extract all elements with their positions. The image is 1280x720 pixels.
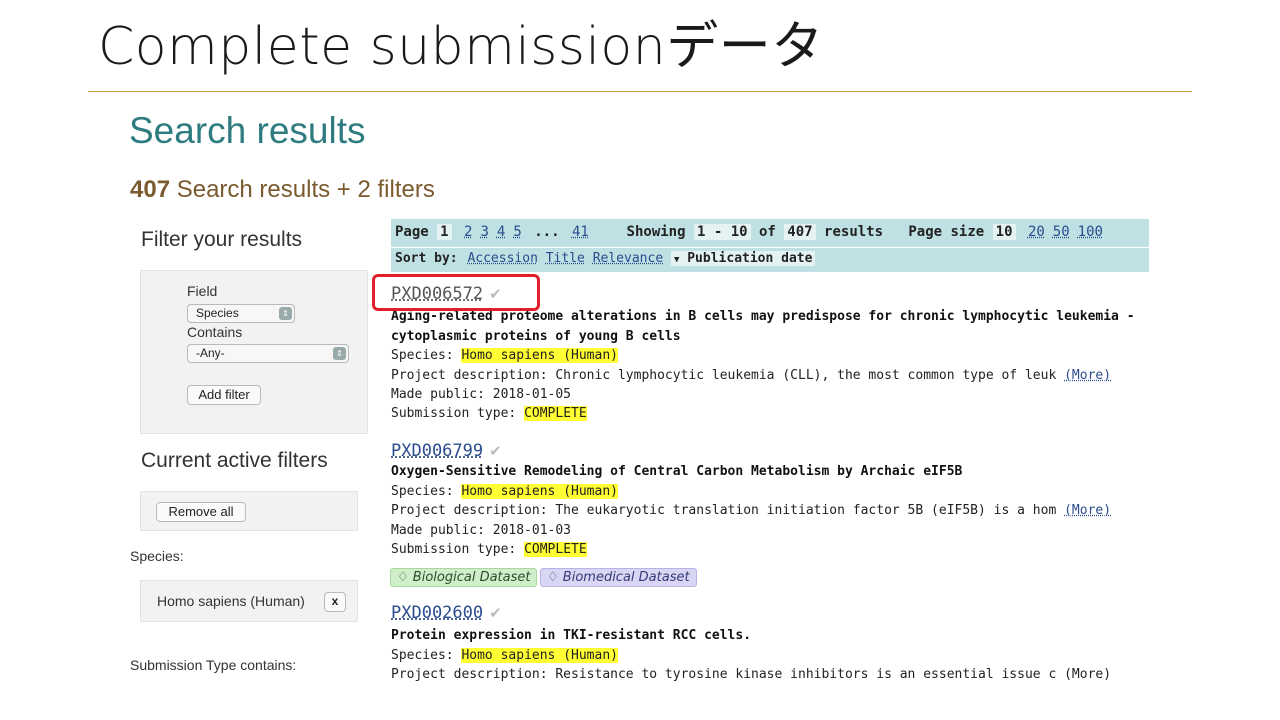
slide-title: Complete submissionデータ: [98, 17, 824, 77]
result-submission-type: Submission type: COMPLETE: [391, 406, 587, 421]
page-link[interactable]: 3: [480, 224, 488, 240]
result-title: cytoplasmic proteins of young B cells: [391, 329, 681, 344]
result-item: PXD002600 ✔: [391, 603, 502, 623]
result-item: PXD006799 ✔: [391, 441, 502, 461]
result-submission-type: Submission type: COMPLETE: [391, 542, 587, 557]
field-select-value: Species: [196, 306, 239, 320]
current-page: 1: [437, 224, 452, 240]
sort-active-label: Publication date: [687, 251, 813, 266]
result-title: Protein expression in TKI-resistant RCC …: [391, 628, 752, 643]
sort-active[interactable]: ▼ Publication date: [670, 251, 816, 266]
description-text: Project description: Resistance to tyros…: [391, 667, 1057, 682]
page-link[interactable]: 5: [513, 224, 521, 240]
add-filter-button[interactable]: Add filter: [187, 385, 261, 405]
description-text: Project description: The eukaryotic tran…: [391, 503, 1057, 518]
remove-species-filter-button[interactable]: x: [324, 592, 346, 612]
active-filters-heading: Current active filters: [141, 449, 328, 472]
total-results: 407: [784, 224, 816, 240]
result-count-number: 407: [130, 176, 171, 203]
page-label: Page: [395, 224, 429, 240]
sort-arrow-icon: ▼: [673, 255, 680, 265]
callout-highlight-box: [372, 274, 540, 311]
select-arrows-icon: ⇕: [279, 307, 292, 320]
page-link[interactable]: 4: [497, 224, 505, 240]
result-species: Species: Homo sapiens (Human): [391, 648, 618, 663]
species-filter-panel: Homo sapiens (Human) x: [140, 580, 358, 622]
sort-label: Sort by:: [395, 251, 458, 266]
current-page-size: 10: [992, 224, 1016, 240]
page-title: Search results: [129, 110, 366, 151]
species-value: Homo sapiens (Human): [461, 348, 618, 363]
result-accession-link[interactable]: PXD006799: [391, 441, 483, 461]
result-title: Aging-related proteome alterations in B …: [391, 309, 1135, 324]
page-link[interactable]: 2: [464, 224, 472, 240]
sort-title-link[interactable]: Title: [546, 251, 585, 266]
species-filter-value: Homo sapiens (Human): [157, 593, 305, 609]
contains-select[interactable]: -Any- ⇕: [187, 344, 349, 363]
more-link[interactable]: (More): [1064, 667, 1111, 682]
more-link[interactable]: (More): [1064, 368, 1111, 383]
result-description: Project description: Resistance to tyros…: [391, 667, 1111, 682]
remove-all-button[interactable]: Remove all: [156, 502, 246, 522]
remove-all-panel: Remove all: [140, 491, 358, 531]
pagination-bar: Page 1 2345 ... 41 Showing 1 - 10 of 407…: [391, 219, 1149, 247]
more-link[interactable]: (More): [1064, 503, 1111, 518]
of-label: of: [759, 224, 776, 240]
submission-label: Submission type:: [391, 542, 525, 557]
species-label: Species:: [391, 484, 462, 499]
result-made-public: Made public: 2018-01-05: [391, 387, 572, 402]
result-count: 407 Search results + 2 filters: [130, 176, 435, 204]
contains-label: Contains: [187, 324, 243, 340]
submission-value: COMPLETE: [524, 542, 587, 557]
result-accession-link[interactable]: PXD002600: [391, 603, 483, 623]
tag-label: Biological Dataset: [412, 570, 531, 585]
page-size-link[interactable]: 100: [1078, 224, 1103, 240]
result-count-suffix: Search results + 2 filters: [170, 176, 435, 203]
tag-label: Biomedical Dataset: [562, 570, 690, 585]
sort-bar: Sort by: Accession Title Relevance ▼ Pub…: [391, 248, 1149, 272]
check-icon: ✔: [489, 443, 502, 460]
species-label: Species:: [391, 648, 462, 663]
contains-select-value: -Any-: [196, 346, 225, 360]
tag-biological-dataset[interactable]: ♢ Biological Dataset: [390, 568, 538, 587]
title-divider: [88, 91, 1192, 92]
result-species: Species: Homo sapiens (Human): [391, 348, 618, 363]
page-link-last[interactable]: 41: [572, 224, 589, 240]
tag-icon: ♢: [547, 570, 559, 585]
description-text: Project description: Chronic lymphocytic…: [391, 368, 1057, 383]
page-size-link[interactable]: 50: [1053, 224, 1070, 240]
sort-accession-link[interactable]: Accession: [467, 251, 537, 266]
field-select[interactable]: Species ⇕: [187, 304, 295, 323]
filter-heading: Filter your results: [141, 228, 303, 251]
check-icon: ✔: [489, 605, 502, 622]
species-value: Homo sapiens (Human): [461, 648, 618, 663]
results-label: results: [824, 224, 884, 240]
result-description: Project description: The eukaryotic tran…: [391, 503, 1111, 518]
tag-biomedical-dataset[interactable]: ♢ Biomedical Dataset: [540, 568, 697, 587]
submission-type-filter-label: Submission Type contains:: [130, 657, 297, 673]
showing-range: 1 - 10: [693, 224, 751, 240]
tag-icon: ♢: [397, 570, 409, 585]
sort-relevance-link[interactable]: Relevance: [593, 251, 663, 266]
select-arrows-icon: ⇕: [333, 347, 346, 360]
page-size-label: Page size: [908, 224, 985, 240]
page-size-link[interactable]: 20: [1028, 224, 1045, 240]
page-ellipsis: ...: [534, 224, 560, 240]
result-species: Species: Homo sapiens (Human): [391, 484, 618, 499]
filter-panel: Field Species ⇕ Contains -Any- ⇕ Add fil…: [140, 270, 368, 434]
result-made-public: Made public: 2018-01-03: [391, 523, 572, 538]
species-value: Homo sapiens (Human): [461, 484, 618, 499]
species-label: Species:: [391, 348, 462, 363]
submission-value: COMPLETE: [524, 406, 587, 421]
result-title: Oxygen-Sensitive Remodeling of Central C…: [391, 464, 963, 479]
field-label: Field: [187, 283, 218, 299]
result-description: Project description: Chronic lymphocytic…: [391, 368, 1111, 383]
submission-label: Submission type:: [391, 406, 525, 421]
showing-label: Showing: [626, 224, 686, 240]
species-filter-label: Species:: [130, 548, 184, 564]
